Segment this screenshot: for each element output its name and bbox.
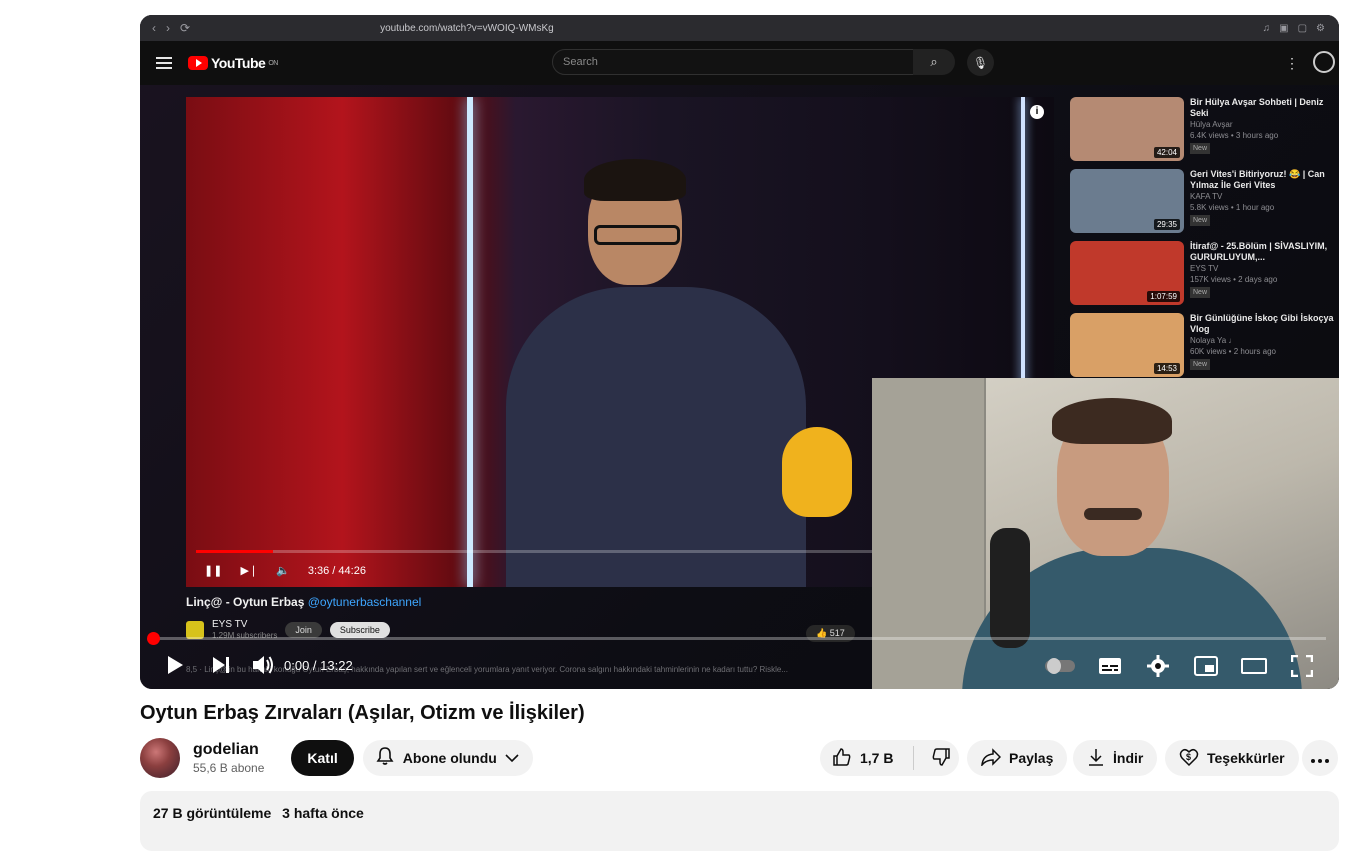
recommendation-thumbnail: 42:04 <box>1070 97 1184 161</box>
bell-icon <box>375 746 395 769</box>
video-title: Oytun Erbaş Zırvaları (Aşılar, Otizm ve … <box>140 702 585 724</box>
reload-icon: ⟳ <box>180 21 191 35</box>
heart-dollar-icon: $ <box>1179 747 1199 770</box>
share-icon <box>981 747 1002 769</box>
chevron-down-icon <box>505 750 519 766</box>
subscribed-button[interactable]: Abone olundu <box>362 739 533 776</box>
recorded-player-controls: ❚❚ ▶❘ 🔈 3:36 / 44:26 <box>204 564 366 578</box>
video-frame: ‹ › ⟳ youtube.com/watch?v=vWOIQ-WMsKg ♫ … <box>140 15 1339 689</box>
description-box[interactable]: 27 B görüntüleme 3 hafta önce <box>140 791 1339 851</box>
like-count: 1,7 B <box>860 750 894 766</box>
volume-icon[interactable] <box>250 652 276 678</box>
settings-gear-icon[interactable] <box>1145 653 1171 679</box>
hamburger-icon <box>156 57 172 69</box>
recommendation-item: 42:04 Bir Hülya Avşar Sohbeti | Deniz Se… <box>1070 97 1339 169</box>
tab-icon: ▣ <box>1279 22 1289 34</box>
recommendation-item: 1:07:59 İtiraf@ - 25.Bölüm | SİVASLIYIM,… <box>1070 241 1339 313</box>
dislike-button[interactable] <box>922 747 959 770</box>
youtube-logo: YouTube ON <box>188 55 278 71</box>
like-button[interactable]: 1,7 B <box>820 747 905 770</box>
window-icon: ▢ <box>1297 22 1308 34</box>
like-dislike-group: 1,7 B <box>820 740 959 776</box>
progress-bar[interactable] <box>147 632 1326 645</box>
share-button[interactable]: Paylaş <box>967 740 1068 776</box>
recorded-time: 3:36 / 44:26 <box>307 564 366 577</box>
recorded-video-meta: Linç@ - Oytun Erbaş @oytunerbaschannel E… <box>186 595 916 642</box>
recorded-subscribe-button: Subscribe <box>329 622 390 638</box>
recorded-youtube-header: YouTube ON Search ⌕ 🎙 ⋮ <box>140 41 1339 85</box>
upload-date: 3 hafta önce <box>282 805 364 821</box>
recorded-join-button: Join <box>285 622 322 638</box>
recorded-url: youtube.com/watch?v=vWOIQ-WMsKg <box>380 22 554 34</box>
recorded-channel-handle: @oytunerbaschannel <box>307 595 422 609</box>
webcam-overlay <box>872 378 1339 689</box>
forward-icon: › <box>166 21 170 35</box>
extensions-icon: ⚙ <box>1316 22 1325 34</box>
download-label: İndir <box>1113 750 1144 766</box>
recommendation-thumbnail: 1:07:59 <box>1070 241 1184 305</box>
channel-avatar[interactable] <box>140 737 180 778</box>
subtitles-icon[interactable] <box>1097 653 1123 679</box>
subscriber-count: 55,6 B abone <box>193 760 265 775</box>
more-horizontal-icon <box>1311 750 1329 766</box>
music-icon: ♫ <box>1262 22 1271 34</box>
recorded-browser-toolbar: ‹ › ⟳ youtube.com/watch?v=vWOIQ-WMsKg ♫ … <box>140 15 1339 41</box>
next-icon[interactable] <box>208 652 234 678</box>
info-icon: i <box>1030 105 1044 119</box>
recommendation-thumbnail: 29:35 <box>1070 169 1184 233</box>
svg-text:$: $ <box>1186 752 1191 762</box>
download-button[interactable]: İndir <box>1073 740 1158 776</box>
subscribed-label: Abone olundu <box>402 749 497 766</box>
progress-scrubber[interactable] <box>147 632 160 645</box>
rubber-duck <box>782 427 852 517</box>
account-icon <box>1313 51 1335 73</box>
time-display: 0:00 / 13:22 <box>284 657 353 673</box>
thanks-button[interactable]: $ Teşekkürler <box>1165 740 1299 776</box>
volume-icon: 🔈 <box>276 565 290 577</box>
recommendation-item: 14:53 Bir Günlüğüne İskoç Gibi İskoçya V… <box>1070 313 1339 385</box>
thumbs-down-icon <box>931 747 951 770</box>
recorded-channel-name: EYS TV <box>212 619 248 630</box>
join-button[interactable]: Katıl <box>291 739 354 776</box>
next-icon: ▶❘ <box>240 565 259 577</box>
miniplayer-icon[interactable] <box>1193 653 1219 679</box>
recommendation-thumbnail: 14:53 <box>1070 313 1184 377</box>
recorded-search-input: Search <box>552 49 914 75</box>
search-icon: ⌕ <box>913 49 955 75</box>
recommendation-item: 29:35 Geri Vites'i Bitiriyoruz! 😂 | Can … <box>1070 169 1339 241</box>
recorded-recommendations: 42:04 Bir Hülya Avşar Sohbeti | Deniz Se… <box>1070 97 1339 385</box>
interview-guest <box>506 159 806 587</box>
download-icon <box>1087 748 1105 769</box>
more-actions-button[interactable] <box>1302 740 1338 776</box>
channel-name[interactable]: godelian <box>193 741 264 759</box>
share-label: Paylaş <box>1009 750 1054 766</box>
video-player[interactable]: ‹ › ⟳ youtube.com/watch?v=vWOIQ-WMsKg ♫ … <box>140 15 1339 689</box>
theater-mode-icon[interactable] <box>1241 653 1267 679</box>
microphone <box>990 528 1030 648</box>
recorded-video-title: Linç@ - Oytun Erbaş <box>186 595 305 609</box>
fullscreen-icon[interactable] <box>1289 653 1315 679</box>
thumbs-up-icon <box>832 747 852 770</box>
pause-icon: ❚❚ <box>204 565 223 577</box>
play-icon[interactable] <box>162 652 188 678</box>
autoplay-toggle[interactable] <box>1045 658 1075 674</box>
channel-owner: godelian 55,6 B abone Katıl Abone olundu <box>140 737 533 778</box>
back-icon: ‹ <box>152 21 156 35</box>
more-vertical-icon: ⋮ <box>1285 55 1299 71</box>
player-controls: 0:00 / 13:22 <box>140 647 1339 683</box>
view-count: 27 B görüntüleme <box>153 805 272 821</box>
thanks-label: Teşekkürler <box>1207 750 1285 766</box>
microphone-icon: 🎙 <box>967 49 994 76</box>
